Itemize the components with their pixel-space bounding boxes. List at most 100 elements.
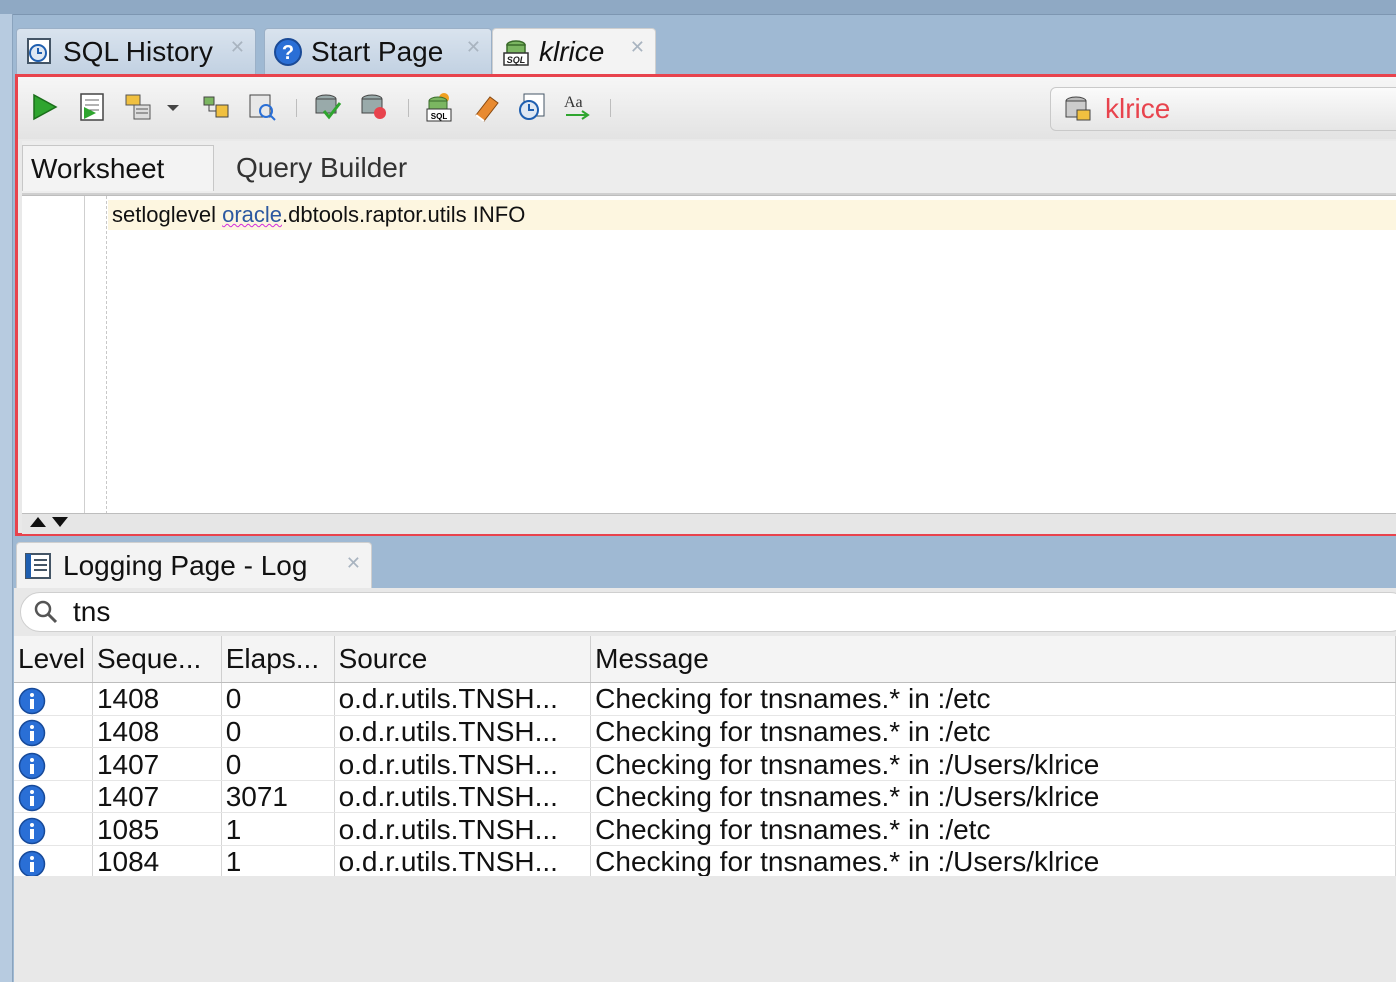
sql-worksheet-panel: SQL Aa klrice Worksheet Query Builder se… [15, 74, 1396, 536]
table-row[interactable]: 1408 0 o.d.r.utils.TNSH... Checking for … [14, 715, 1396, 749]
unshared-sql-worksheet-icon[interactable]: SQL [424, 91, 456, 123]
column-header-message[interactable]: Message [590, 636, 1396, 683]
table-header-row: Level Seque... Elaps... Source Message [14, 636, 1396, 683]
log-table: Level Seque... Elaps... Source Message 1… [14, 636, 1396, 879]
tab-query-builder[interactable]: Query Builder [228, 145, 407, 191]
elapsed-cell: 0 [221, 747, 335, 781]
svg-text:SQL: SQL [431, 112, 448, 121]
window-title-bar [0, 0, 1396, 15]
table-row[interactable]: 1085 1 o.d.r.utils.TNSH... Checking for … [14, 812, 1396, 847]
database-connection-icon [1065, 96, 1091, 121]
toolbar-separator [610, 99, 611, 117]
level-cell [14, 715, 93, 749]
message-cell: Checking for tnsnames.* in :/Users/klric… [590, 845, 1396, 879]
sequence-cell: 1408 [92, 715, 222, 749]
column-header-level[interactable]: Level [14, 636, 93, 683]
sequence-cell: 1407 [92, 780, 222, 814]
level-cell [14, 845, 93, 879]
log-panel: tns Level Seque... Elaps... Source Messa… [14, 588, 1396, 982]
sql-editor[interactable]: setloglevel oracle.dbtools.raptor.utils … [22, 195, 1396, 514]
autotrace-icon[interactable] [122, 91, 154, 123]
close-icon[interactable]: ✕ [346, 553, 361, 574]
tab-start-page[interactable]: ? Start Page ✕ [264, 28, 492, 74]
dropdown-arrow-icon[interactable] [164, 91, 182, 123]
tab-label: SQL History [63, 35, 213, 67]
level-cell [14, 780, 93, 814]
table-row[interactable]: 1084 1 o.d.r.utils.TNSH... Checking for … [14, 845, 1396, 879]
sequence-cell: 1084 [92, 845, 222, 879]
search-input[interactable]: tns [73, 596, 110, 628]
info-icon [18, 719, 46, 747]
sequence-cell: 1408 [92, 682, 222, 716]
code-line[interactable]: setloglevel oracle.dbtools.raptor.utils … [108, 200, 1396, 230]
tab-logging-page[interactable]: Logging Page - Log ✕ [16, 542, 372, 588]
tab-klrice[interactable]: SQL klrice ✕ [492, 28, 656, 74]
tab-worksheet[interactable]: Worksheet [22, 145, 214, 191]
elapsed-cell: 1 [221, 845, 335, 879]
line-number-gutter [22, 196, 85, 514]
log-tab-label: Logging Page - Log [63, 549, 308, 581]
info-icon [18, 687, 46, 714]
log-icon [25, 552, 51, 579]
tab-sql-history[interactable]: SQL History ✕ [16, 28, 256, 74]
table-row[interactable]: 1407 3071 o.d.r.utils.TNSH... Checking f… [14, 780, 1396, 814]
level-cell [14, 812, 93, 847]
level-cell [14, 747, 93, 781]
log-search-field[interactable]: tns [20, 592, 1396, 632]
level-cell [14, 682, 93, 716]
connection-selector[interactable]: klrice [1050, 87, 1396, 131]
expand-up-icon[interactable] [30, 517, 46, 527]
search-icon [34, 600, 58, 624]
info-icon [18, 752, 46, 780]
explain-plan-icon[interactable] [200, 91, 232, 123]
close-icon[interactable]: ✕ [630, 37, 645, 58]
fold-guide [106, 196, 107, 514]
sequence-cell: 1407 [92, 747, 222, 781]
source-cell: o.d.r.utils.TNSH... [334, 715, 592, 749]
close-icon[interactable]: ✕ [466, 37, 481, 58]
info-icon [18, 817, 46, 845]
code-keyword: oracle [222, 202, 282, 227]
svg-text:?: ? [282, 42, 294, 64]
elapsed-cell: 0 [221, 682, 335, 716]
rollback-icon[interactable] [358, 91, 390, 123]
column-header-sequence[interactable]: Seque... [92, 636, 222, 683]
elapsed-cell: 1 [221, 812, 335, 847]
commit-icon[interactable] [312, 91, 344, 123]
svg-text:SQL: SQL [507, 55, 526, 65]
run-statement-icon[interactable] [28, 91, 60, 123]
column-header-source[interactable]: Source [334, 636, 592, 683]
worksheet-subtabs: Worksheet Query Builder [22, 141, 1396, 195]
info-icon [18, 850, 46, 877]
log-rows: 1408 0 o.d.r.utils.TNSH... Checking for … [14, 682, 1396, 879]
elapsed-cell: 3071 [221, 780, 335, 814]
editor-splitter[interactable] [22, 513, 1396, 534]
toolbar-separator [296, 99, 297, 117]
sql-history-icon[interactable] [516, 91, 548, 123]
tab-label: klrice [539, 35, 605, 67]
expand-down-icon[interactable] [52, 517, 68, 527]
sql-tuning-advisor-icon[interactable] [246, 91, 278, 123]
code-text: setloglevel [112, 202, 223, 227]
run-script-icon[interactable] [76, 91, 108, 123]
table-row[interactable]: 1408 0 o.d.r.utils.TNSH... Checking for … [14, 682, 1396, 716]
table-row[interactable]: 1407 0 o.d.r.utils.TNSH... Checking for … [14, 747, 1396, 781]
worksheet-toolbar: SQL Aa klrice [18, 77, 1396, 139]
format-icon[interactable]: Aa [562, 91, 594, 123]
message-cell: Checking for tnsnames.* in :/Users/klric… [590, 747, 1396, 781]
toolbar-separator [408, 99, 409, 117]
message-cell: Checking for tnsnames.* in :/etc [590, 812, 1396, 847]
clear-icon[interactable] [470, 91, 502, 123]
close-icon[interactable]: ✕ [230, 37, 245, 58]
elapsed-cell: 0 [221, 715, 335, 749]
sql-history-icon [27, 37, 51, 64]
connection-name: klrice [1105, 93, 1171, 124]
source-cell: o.d.r.utils.TNSH... [334, 812, 592, 847]
source-cell: o.d.r.utils.TNSH... [334, 845, 592, 879]
column-header-elapsed[interactable]: Elaps... [221, 636, 335, 683]
source-cell: o.d.r.utils.TNSH... [334, 682, 592, 716]
help-icon: ? [274, 37, 302, 66]
source-cell: o.d.r.utils.TNSH... [334, 747, 592, 781]
message-cell: Checking for tnsnames.* in :/Users/klric… [590, 780, 1396, 814]
info-icon [18, 785, 46, 812]
